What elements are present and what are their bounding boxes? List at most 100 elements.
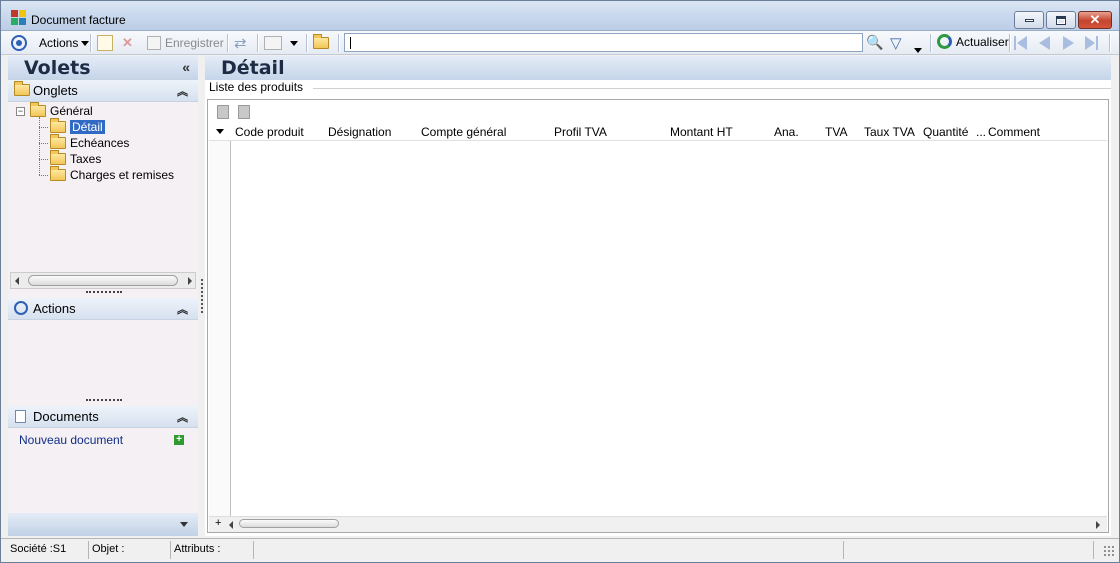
previous-record-icon[interactable] xyxy=(1039,36,1050,50)
edit-row-icon[interactable] xyxy=(238,105,250,119)
row-selector-column xyxy=(209,123,231,516)
volets-title: Volets xyxy=(24,57,91,79)
onglets-header[interactable]: Onglets ︽ xyxy=(8,80,198,102)
folder-icon xyxy=(50,134,66,149)
folder-icon xyxy=(50,166,66,181)
refresh-button[interactable]: Actualiser xyxy=(937,34,1009,49)
column-header[interactable]: Taux TVA xyxy=(864,125,915,139)
column-header[interactable]: Ana. xyxy=(774,125,799,139)
column-header[interactable]: Profil TVA xyxy=(554,125,607,139)
actions-target-icon[interactable] xyxy=(11,34,27,52)
main-content: Liste des produits Code produit Désignat… xyxy=(205,80,1111,536)
save-button[interactable]: Enregistrer xyxy=(147,34,224,52)
search-icon[interactable]: 🔍 xyxy=(866,34,883,51)
column-header[interactable]: Désignation xyxy=(328,125,391,139)
folder-button[interactable] xyxy=(313,34,329,52)
actions-pane-header[interactable]: Actions ︽ xyxy=(8,298,198,320)
tree-collapse-icon[interactable]: − xyxy=(16,107,25,116)
next-record-icon[interactable] xyxy=(1063,36,1074,50)
minimize-icon xyxy=(1024,18,1034,22)
splitter-grip[interactable] xyxy=(86,399,122,402)
documents-pane-header[interactable]: Documents ︽ xyxy=(8,406,198,428)
tree-item-charges[interactable]: Charges et remises xyxy=(50,166,174,183)
close-button[interactable]: ✕ xyxy=(1078,11,1112,29)
grid-toolbar xyxy=(209,101,1107,123)
save-icon xyxy=(147,36,161,50)
target-icon xyxy=(14,301,28,315)
scroll-right-icon[interactable] xyxy=(188,277,192,285)
folder-icon xyxy=(313,34,329,49)
actions-menu-button[interactable]: Actions xyxy=(39,34,90,52)
add-icon[interactable]: + xyxy=(174,435,184,445)
application-window: Document facture ✕ Actions ✕ Enregistrer… xyxy=(0,0,1120,563)
collapse-documents-icon[interactable]: ︽ xyxy=(177,409,188,425)
column-header[interactable]: ... xyxy=(976,125,986,139)
collapse-onglets-icon[interactable]: ︽ xyxy=(177,83,188,99)
add-row-icon[interactable] xyxy=(217,105,229,119)
sync-button[interactable]: ⇄ xyxy=(234,34,247,52)
scroll-right-icon[interactable] xyxy=(1096,521,1100,529)
volets-header: Volets « xyxy=(8,56,198,80)
title-bar: Document facture ✕ xyxy=(1,1,1119,31)
delete-icon: ✕ xyxy=(122,35,133,50)
vertical-splitter[interactable] xyxy=(201,279,203,313)
resize-grip[interactable] xyxy=(1103,545,1115,557)
column-chooser-icon[interactable] xyxy=(216,129,224,134)
column-header[interactable]: Montant HT xyxy=(670,125,733,139)
column-header[interactable]: Comment xyxy=(988,125,1040,139)
open-folder-icon xyxy=(50,118,66,133)
maximize-button[interactable] xyxy=(1046,11,1076,29)
minimize-button[interactable] xyxy=(1014,11,1044,29)
tree-item-taxes[interactable]: Taxes xyxy=(50,150,102,167)
tree-horizontal-scrollbar[interactable] xyxy=(10,272,196,289)
refresh-label: Actualiser xyxy=(956,34,1009,49)
scrollbar-thumb[interactable] xyxy=(28,275,178,286)
sync-icon: ⇄ xyxy=(234,35,247,52)
first-record-icon[interactable] xyxy=(1014,36,1028,50)
column-header[interactable]: Quantité xyxy=(923,125,968,139)
products-grid: Code produit Désignation Compte général … xyxy=(207,99,1109,533)
column-header[interactable]: Code produit xyxy=(235,125,304,139)
tree-item-detail[interactable]: Détail xyxy=(50,118,105,135)
filter-icon[interactable]: ▽ xyxy=(890,34,902,52)
tree-item-label: Détail xyxy=(70,120,105,134)
filter-dropdown-icon[interactable] xyxy=(914,42,922,56)
documents-pane-title: Documents xyxy=(33,409,99,424)
tree-item-label: Taxes xyxy=(70,152,102,166)
onglets-folder-icon xyxy=(14,81,30,96)
scroll-left-icon[interactable] xyxy=(229,521,233,529)
expand-panels-icon[interactable] xyxy=(180,522,188,527)
tree-item-label: Echéances xyxy=(70,136,130,150)
new-button[interactable] xyxy=(97,34,113,52)
collapse-actions-icon[interactable]: ︽ xyxy=(177,301,188,317)
search-input[interactable] xyxy=(344,33,863,52)
last-record-icon[interactable] xyxy=(1085,36,1099,50)
column-header[interactable]: Compte général xyxy=(421,125,506,139)
folder-icon xyxy=(30,102,46,117)
scroll-left-icon[interactable] xyxy=(15,277,19,285)
status-objet: Objet : xyxy=(89,541,171,559)
onglets-title: Onglets xyxy=(33,83,78,98)
save-label: Enregistrer xyxy=(165,36,224,50)
status-societe: Société :S1 xyxy=(7,541,89,559)
group-label: Liste des produits xyxy=(209,80,306,94)
document-icon xyxy=(15,410,26,423)
tree-item-echeances[interactable]: Echéances xyxy=(50,134,130,151)
delete-button[interactable]: ✕ xyxy=(122,34,133,52)
add-icon[interactable]: + xyxy=(215,517,221,529)
maximize-icon xyxy=(1056,15,1066,25)
new-document-link[interactable]: Nouveau document xyxy=(19,433,123,447)
main-header: Détail xyxy=(205,56,1111,80)
print-button[interactable] xyxy=(264,34,298,52)
refresh-icon xyxy=(937,34,952,49)
collapse-panel-icon[interactable]: « xyxy=(182,59,190,75)
grid-horizontal-scrollbar[interactable]: + xyxy=(209,516,1107,532)
column-header[interactable]: TVA xyxy=(825,125,847,139)
scrollbar-thumb[interactable] xyxy=(239,519,339,528)
page-title: Détail xyxy=(221,57,285,79)
print-dropdown-icon xyxy=(290,40,298,46)
app-icon xyxy=(11,10,27,26)
actions-menu-label: Actions xyxy=(39,36,79,50)
dropdown-arrow-icon xyxy=(81,40,90,46)
splitter-grip[interactable] xyxy=(86,291,122,294)
